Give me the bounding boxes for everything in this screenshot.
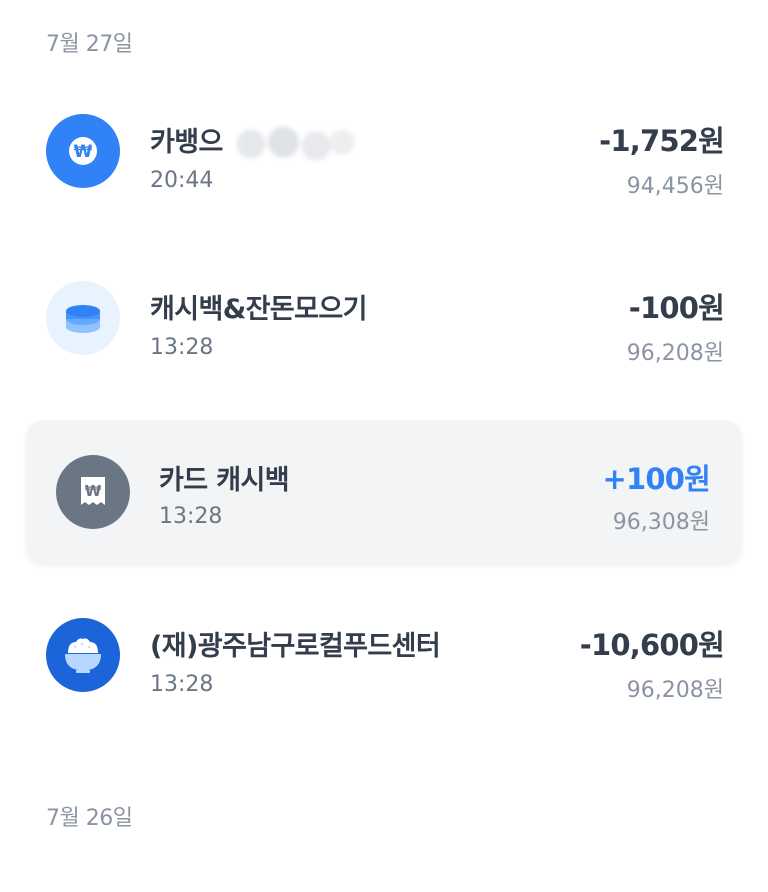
transaction-amount: +100원: [602, 462, 710, 496]
svg-text:₩: ₩: [74, 142, 93, 162]
transaction-history: 7월 27일 ₩ 카뱅으 20:44 -1,752원 94,456원 캐시백&잔…: [0, 0, 768, 892]
rice-bowl-icon: [46, 618, 120, 692]
date-header: 7월 26일: [46, 806, 133, 831]
transaction-balance: 96,208원: [626, 678, 724, 703]
transaction-row[interactable]: ₩ 카뱅으 20:44 -1,752원 94,456원: [0, 86, 768, 216]
transaction-time: 20:44: [150, 168, 214, 193]
transaction-balance: 96,308원: [612, 510, 710, 535]
transaction-time: 13:28: [159, 504, 223, 529]
transaction-time: 13:28: [150, 335, 214, 360]
transaction-row[interactable]: 캐시백&잔돈모으기 13:28 -100원 96,208원: [0, 253, 768, 383]
won-circle-icon: ₩: [46, 114, 120, 188]
svg-text:₩: ₩: [85, 482, 102, 500]
coin-stack-icon: [46, 281, 120, 355]
transaction-time: 13:28: [150, 672, 214, 697]
transaction-name: 카드 캐시백: [159, 465, 290, 496]
transaction-amount: -10,600원: [579, 628, 725, 662]
date-header: 7월 27일: [46, 32, 133, 57]
redacted-text: [224, 125, 355, 162]
transaction-name: 캐시백&잔돈모으기: [150, 294, 367, 325]
transaction-row[interactable]: (재)광주남구로컬푸드센터 13:28 -10,600원 96,208원: [0, 590, 768, 720]
transaction-balance: 96,208원: [626, 341, 724, 366]
transaction-row-highlighted[interactable]: ₩ 카드 캐시백 13:28 +100원 96,308원: [26, 420, 742, 564]
transaction-amount: -100원: [628, 291, 725, 325]
transaction-amount: -1,752원: [599, 124, 725, 158]
transaction-name: 카뱅으: [150, 120, 355, 162]
receipt-won-icon: ₩: [56, 455, 130, 529]
transaction-name: (재)광주남구로컬푸드센터: [150, 631, 441, 662]
transaction-balance: 94,456원: [626, 174, 724, 199]
